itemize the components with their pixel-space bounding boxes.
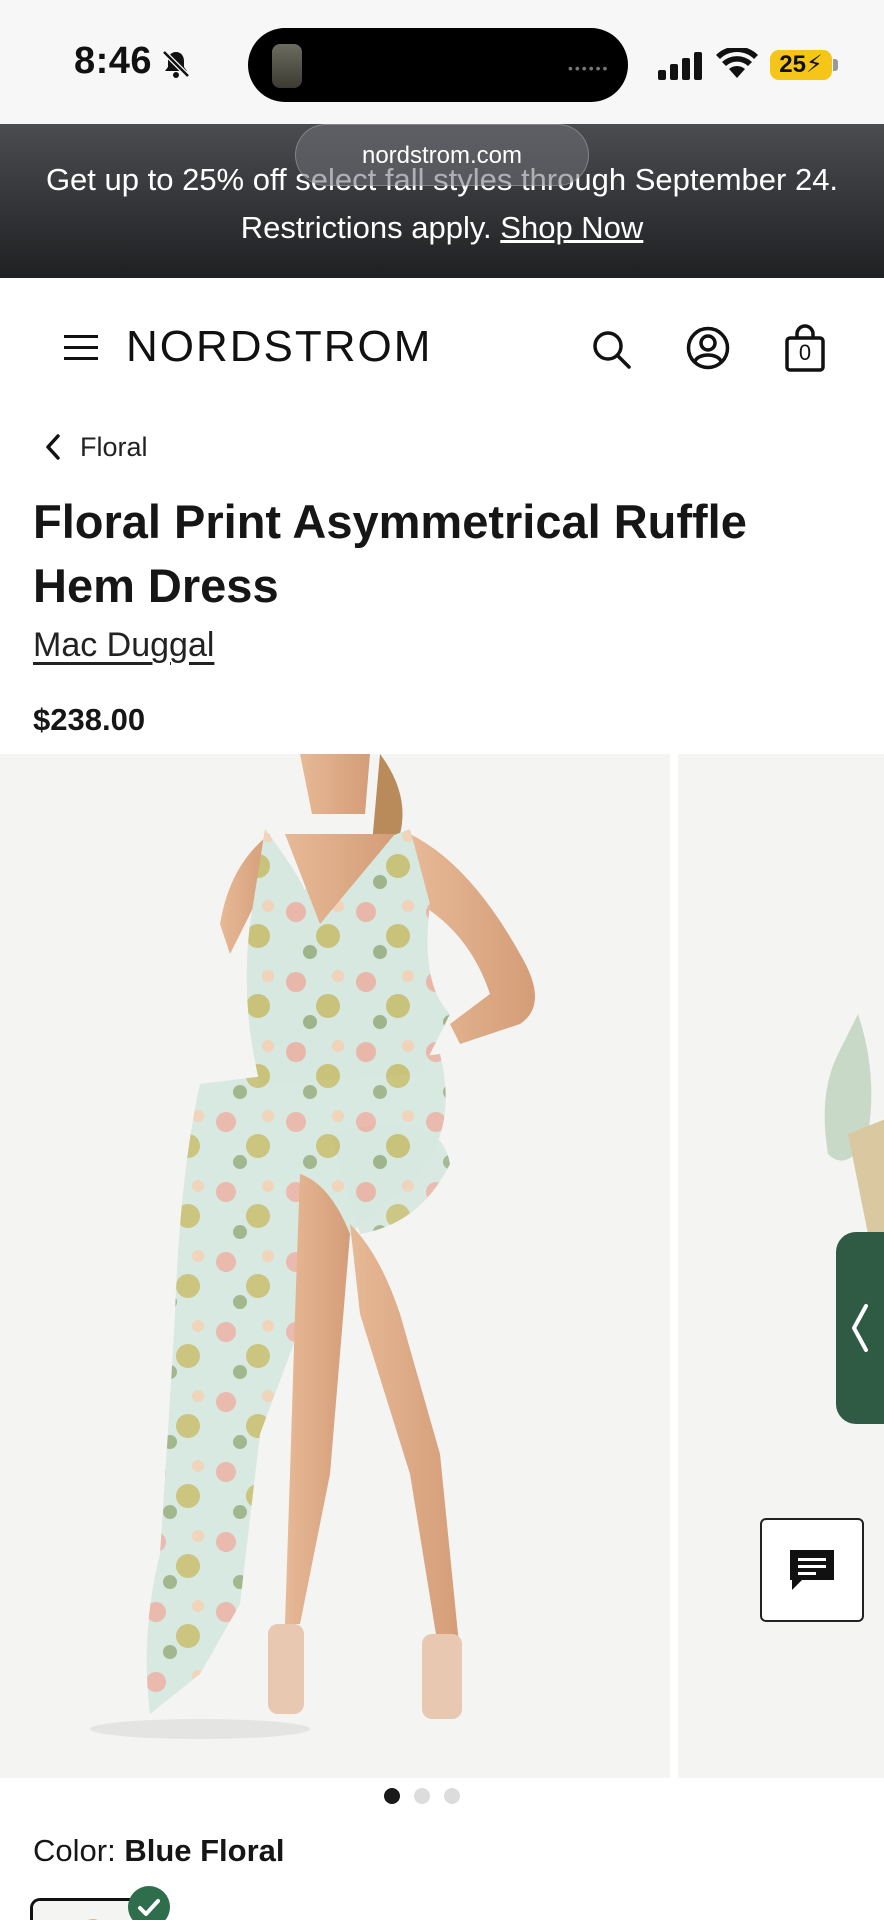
chevron-left-icon	[46, 434, 60, 460]
account-icon[interactable]	[686, 326, 730, 370]
battery-cap	[833, 59, 838, 71]
chat-icon	[790, 1550, 834, 1590]
battery-indicator: 25⚡	[770, 50, 832, 80]
bag-count: 0	[798, 340, 812, 365]
hamburger-menu-icon[interactable]	[62, 332, 100, 364]
product-title: Floral Print Asymmetrical Ruffle Hem Dre…	[33, 495, 747, 612]
chevron-left-icon	[852, 1304, 868, 1352]
island-dots-icon: ••••••	[568, 60, 610, 76]
status-time: 8:46	[74, 40, 153, 82]
selected-color: Blue Floral	[124, 1833, 285, 1868]
breadcrumb[interactable]: Floral	[42, 430, 148, 464]
pagination-dot[interactable]	[384, 1788, 400, 1804]
product-image-main[interactable]	[0, 754, 670, 1778]
gallery-pagination	[384, 1788, 460, 1804]
bell-muted-icon	[162, 50, 190, 78]
breadcrumb-label: Floral	[80, 431, 148, 462]
search-icon[interactable]	[590, 328, 632, 370]
shop-now-link[interactable]: Shop Now	[500, 210, 643, 245]
pagination-dot[interactable]	[444, 1788, 460, 1804]
live-activity-thumbnail	[272, 44, 302, 88]
pagination-dot[interactable]	[414, 1788, 430, 1804]
promo-text-line2: Restrictions apply. Shop Now	[0, 210, 884, 246]
battery-level: 25	[779, 51, 806, 78]
wifi-icon	[716, 48, 758, 78]
brand-link[interactable]: Mac Duggal	[33, 626, 214, 665]
selected-check-badge	[128, 1886, 170, 1920]
promo-restrictions: Restrictions apply.	[240, 210, 492, 245]
swatch-thumbnail	[33, 1901, 139, 1920]
product-price: $238.00	[33, 702, 146, 737]
dress-model-photo	[90, 754, 535, 1739]
product-image-gallery[interactable]	[0, 754, 884, 1778]
cellular-signal-icon	[658, 52, 702, 80]
color-label-row: Color: Blue Floral	[33, 1833, 285, 1869]
checkmark-icon	[138, 1899, 160, 1916]
color-label: Color:	[33, 1833, 116, 1868]
nordstrom-logo[interactable]: NORDSTROM	[126, 322, 432, 372]
color-swatch-blue-floral[interactable]	[30, 1898, 142, 1920]
browser-url-pill[interactable]: nordstrom.com	[295, 124, 589, 186]
